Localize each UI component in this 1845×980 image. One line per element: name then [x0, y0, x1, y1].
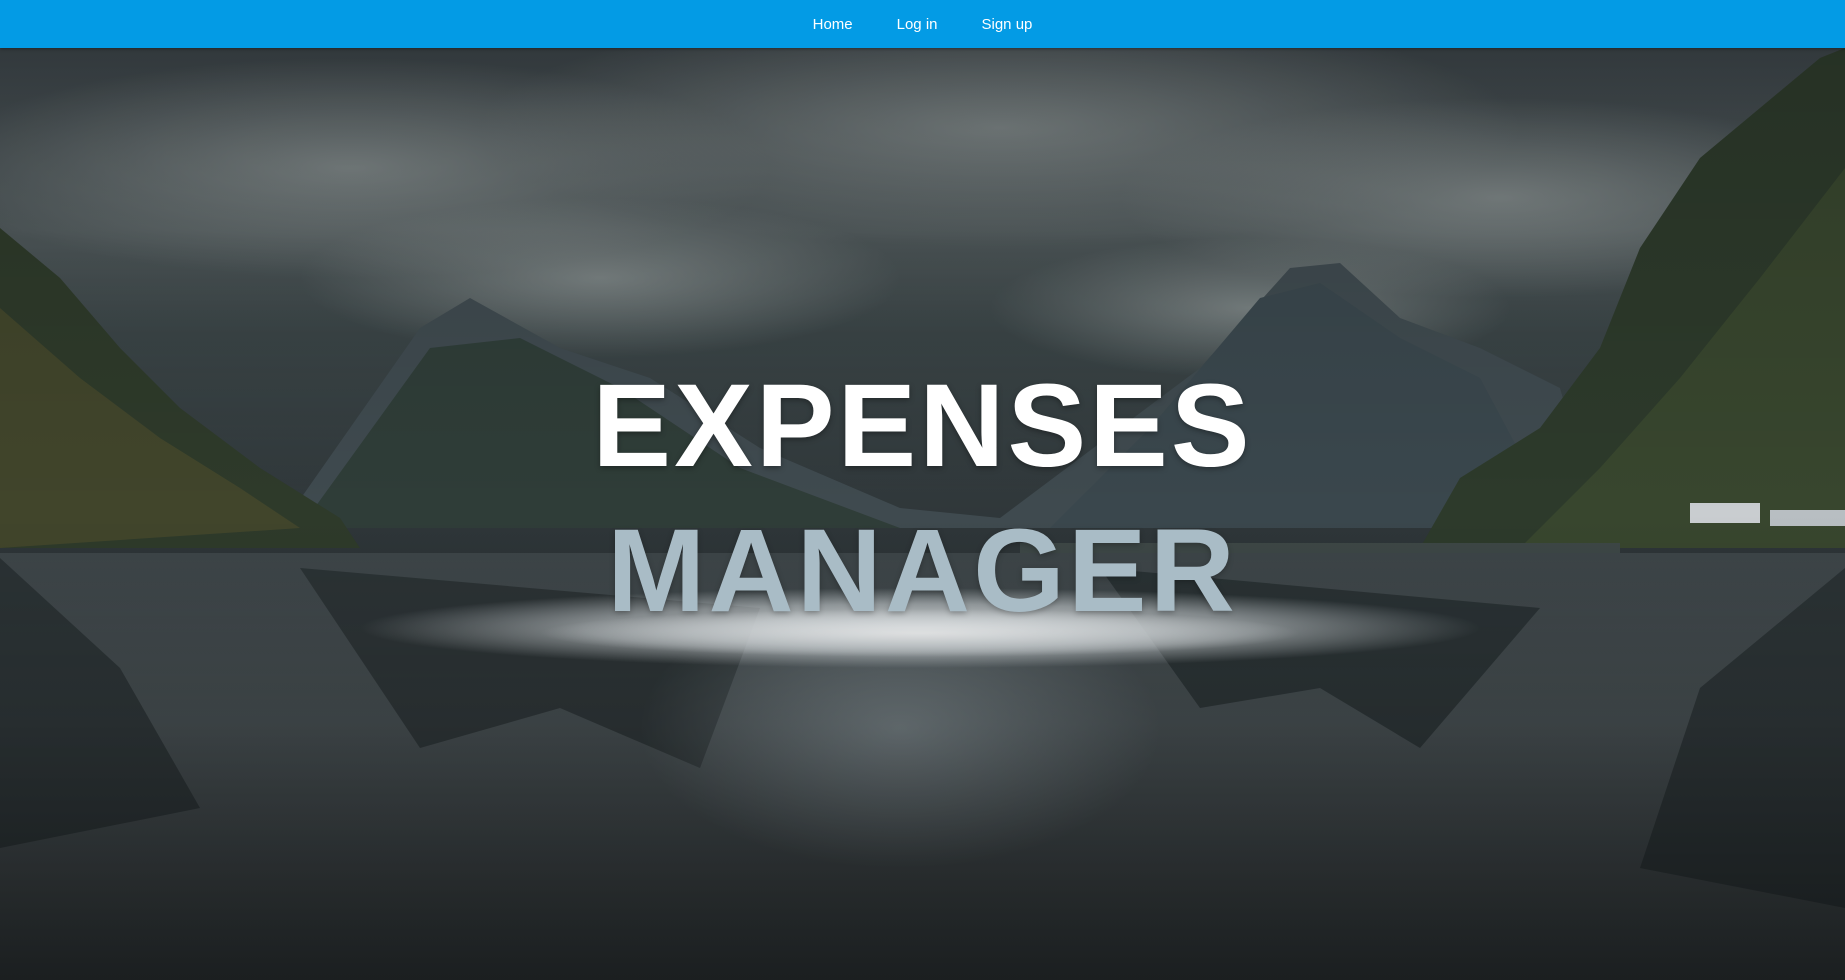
nav-home-link[interactable]: Home	[791, 16, 875, 33]
hero-section: EXPENSES MANAGER	[0, 48, 1845, 980]
hero-title-line-1: EXPENSES	[592, 360, 1253, 492]
nav-links: Home Log in Sign up	[791, 16, 1055, 33]
hero-title-line-2: MANAGER	[607, 505, 1238, 637]
nav-signup-link[interactable]: Sign up	[960, 16, 1055, 33]
top-navbar: Home Log in Sign up	[0, 0, 1845, 48]
nav-login-link[interactable]: Log in	[875, 16, 960, 33]
